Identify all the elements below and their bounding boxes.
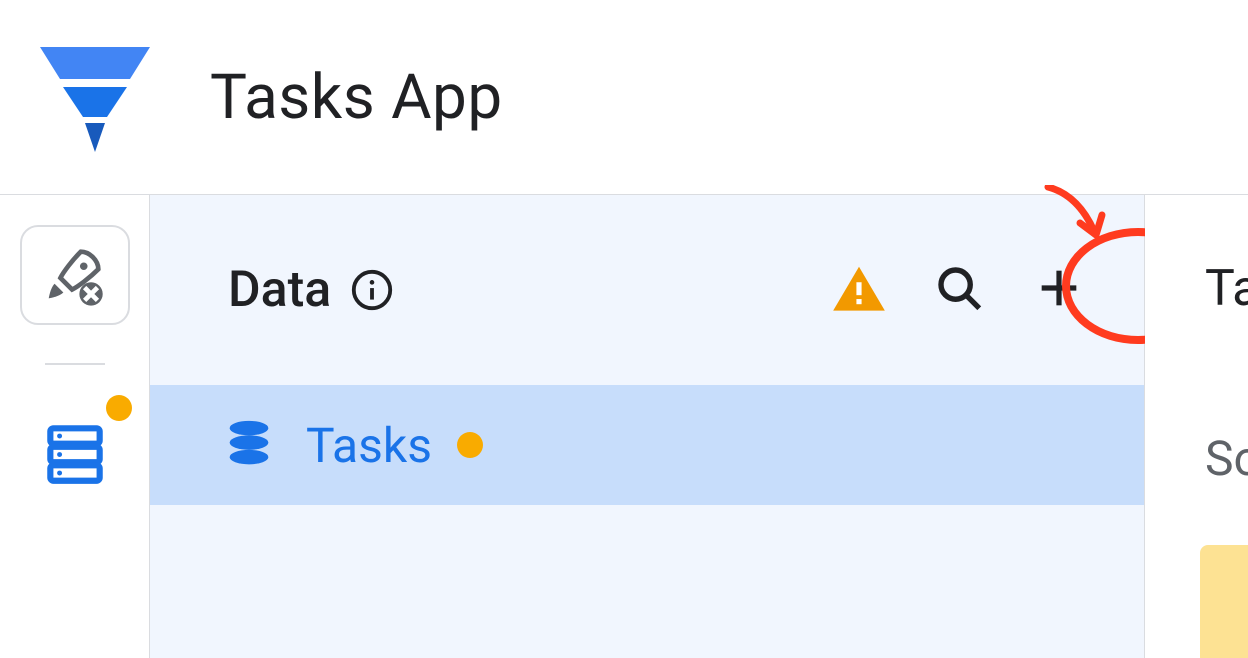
database-icon: [38, 416, 112, 490]
table-name: Tasks: [306, 417, 432, 474]
rail-divider: [45, 363, 105, 365]
table-list: Tasks: [150, 385, 1144, 505]
right-sub-fragment: So: [1205, 430, 1248, 487]
data-panel: Data: [150, 195, 1145, 658]
data-nav-button[interactable]: [20, 403, 130, 503]
appsheet-logo-icon: [35, 37, 155, 157]
main-area: Data: [0, 195, 1248, 658]
plus-icon: [1033, 262, 1085, 318]
search-icon: [932, 261, 986, 319]
info-icon[interactable]: [349, 267, 395, 313]
rocket-icon: [40, 240, 110, 310]
table-row-tasks[interactable]: Tasks: [150, 385, 1144, 505]
app-header: Tasks App: [0, 0, 1248, 195]
add-table-button[interactable]: [1024, 255, 1094, 325]
warning-triangle-icon[interactable]: [824, 255, 894, 325]
right-title-fragment: Ta: [1205, 260, 1248, 318]
left-rail: [0, 195, 150, 658]
right-panel: Ta So: [1145, 195, 1248, 658]
table-status-badge-icon: [457, 432, 483, 458]
stacked-disks-icon: [220, 416, 278, 474]
app-title: Tasks App: [210, 61, 503, 134]
warning-badge-icon: [106, 395, 132, 421]
deploy-button[interactable]: [20, 225, 130, 325]
search-button[interactable]: [924, 255, 994, 325]
data-panel-actions: [824, 255, 1094, 325]
right-accent-card: [1200, 545, 1248, 658]
data-panel-title: Data: [228, 261, 331, 319]
data-panel-header: Data: [150, 195, 1144, 385]
